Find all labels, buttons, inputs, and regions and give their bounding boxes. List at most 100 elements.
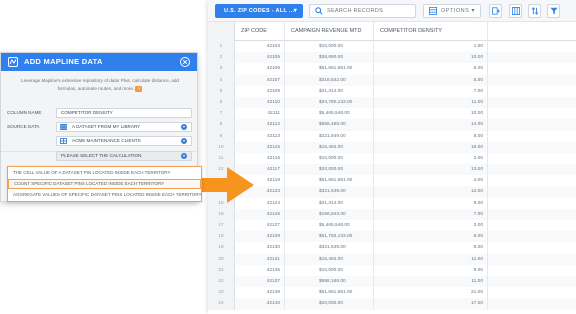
help-badge-icon[interactable]: ? <box>135 85 143 92</box>
menu-item-aggregate-values[interactable]: AGGREGATE VALUES OF SPECIFIC DATASET PIN… <box>8 190 202 200</box>
options-button[interactable]: OPTIONS ▾ <box>423 4 481 18</box>
cell-competitor-density[interactable]: 8.00 <box>374 130 488 142</box>
table-row[interactable]: 20 42131 $15,464.00 11.00 <box>208 253 576 265</box>
table-row[interactable]: 17 42127 $5,465,546.00 3.00 <box>208 220 576 232</box>
cell-competitor-density[interactable]: 6.00 <box>374 231 488 243</box>
cell-campaign-revenue[interactable]: $51,651,651.00 <box>285 63 374 75</box>
cell-campaign-revenue[interactable]: $51,651,651.00 <box>285 175 374 187</box>
table-row[interactable]: 3 42106 $51,651,651.00 6.00 <box>208 63 576 75</box>
cell-campaign-revenue[interactable]: $316,542.00 <box>285 74 374 86</box>
cell-competitor-density[interactable]: 11.00 <box>374 253 488 265</box>
cell-competitor-density[interactable]: 10.00 <box>374 108 488 120</box>
search-input[interactable] <box>327 6 413 16</box>
column-name-input[interactable]: COMPETITOR DENSITY <box>56 108 192 118</box>
cell-competitor-density[interactable]: 11.00 <box>374 96 488 109</box>
table-row[interactable]: 16 42126 $156,843.00 7.00 <box>208 208 576 220</box>
cell-campaign-revenue[interactable]: $5,465,546.00 <box>285 108 374 120</box>
cell-competitor-density[interactable]: 10.00 <box>374 52 488 64</box>
table-row[interactable]: 1342119$51,651,651.004.00 <box>208 175 576 187</box>
cell-campaign-revenue[interactable]: $5,465,546.00 <box>285 220 374 232</box>
cell-competitor-density[interactable]: 9.00 <box>374 197 488 209</box>
table-row[interactable]: 18 42129 $51,783,133.00 6.00 <box>208 231 576 243</box>
cell-campaign-revenue[interactable]: $15,464.00 <box>285 253 374 265</box>
cell-zip-code[interactable]: 42110 <box>235 96 285 109</box>
cell-campaign-revenue[interactable]: $51,651,651.00 <box>285 287 374 299</box>
cell-zip-code[interactable]: 42140 <box>235 298 285 310</box>
dataset-selector-button[interactable]: U.S. ZIP CODES - ALL ... ▾ <box>215 4 303 18</box>
table-row[interactable]: 9 42113 $321,649.00 8.00 <box>208 130 576 142</box>
cell-competitor-density[interactable]: 3.00 <box>374 220 488 232</box>
cell-competitor-density[interactable]: 8.00 <box>374 242 488 254</box>
calculation-select[interactable]: PLEASE SELECT THE CALCULATION <box>56 151 192 161</box>
cell-competitor-density[interactable]: 6.00 <box>374 63 488 75</box>
cell-zip-code[interactable]: 42112 <box>235 119 285 131</box>
menu-item-cell-value[interactable]: THE CELL VALUE OF A DATASET PIN LOCATED … <box>8 168 201 178</box>
split-columns-button[interactable] <box>509 4 522 18</box>
table-row[interactable]: 21 42135 $10,000.00 9.00 <box>208 264 576 276</box>
table-row[interactable]: 8 42112 $655,458.00 14.00 <box>208 119 576 131</box>
cell-campaign-revenue[interactable]: $36,690.00 <box>285 52 374 64</box>
cell-zip-code[interactable]: 42129 <box>235 231 285 243</box>
cell-competitor-density[interactable]: 9.00 <box>374 264 488 276</box>
cell-zip-code[interactable]: 42105 <box>235 52 285 64</box>
column-header-campaign-revenue[interactable]: CAMPAIGN REVENUE MTD <box>285 22 374 41</box>
source-data-select[interactable]: A DATASET FROM MY LIBRARY <box>56 122 192 132</box>
column-header-zip-code[interactable]: ZIP CODE <box>235 22 285 41</box>
cell-competitor-density[interactable]: 11.00 <box>374 275 488 288</box>
table-row[interactable]: 5 42109 $21,314.00 7.00 <box>208 85 576 97</box>
table-row[interactable]: 19 42130 $321,649.00 8.00 <box>208 242 576 254</box>
sort-button[interactable] <box>528 4 541 18</box>
cell-zip-code[interactable]: 42116 <box>235 152 285 165</box>
cell-zip-code[interactable]: 42131 <box>235 253 285 265</box>
table-row[interactable]: 10 42115 $15,464.00 16.00 <box>208 141 576 153</box>
cell-zip-code[interactable]: 42109 <box>235 85 285 97</box>
table-row[interactable]: 23 42139 $51,651,651.00 21.00 <box>208 287 576 299</box>
cell-campaign-revenue[interactable]: $51,783,133.00 <box>285 231 374 243</box>
cell-campaign-revenue[interactable]: $34,780,133.00 <box>285 96 374 109</box>
cell-competitor-density[interactable]: 1.00 <box>374 41 488 53</box>
cell-campaign-revenue[interactable]: $10,000.00 <box>285 41 374 53</box>
table-row[interactable]: 22 42137 $958,168.00 11.00 <box>208 275 576 288</box>
cell-competitor-density[interactable]: 14.00 <box>374 119 488 131</box>
table-row[interactable]: 1442123$321,649.0012.00 <box>208 186 576 198</box>
cell-zip-code[interactable]: 42103 <box>235 41 285 53</box>
close-icon[interactable] <box>180 57 190 67</box>
cell-zip-code[interactable]: 42130 <box>235 242 285 254</box>
filter-button[interactable] <box>547 4 560 18</box>
table-row[interactable]: 1 42103 $10,000.00 1.00 <box>208 41 576 53</box>
cell-competitor-density[interactable]: 2.00 <box>374 152 488 165</box>
cell-competitor-density[interactable]: 21.00 <box>374 287 488 299</box>
cell-zip-code[interactable]: 42115 <box>235 141 285 153</box>
cell-competitor-density[interactable]: 16.00 <box>374 141 488 153</box>
cell-zip-code[interactable]: 42113 <box>235 130 285 142</box>
cell-competitor-density[interactable]: 7.00 <box>374 85 488 97</box>
cell-zip-code[interactable]: 42107 <box>235 74 285 86</box>
table-row[interactable]: 15 42124 $21,314.00 9.00 <box>208 197 576 209</box>
cell-campaign-revenue[interactable]: $20,000.00 <box>285 298 374 310</box>
cell-campaign-revenue[interactable]: $21,314.00 <box>285 197 374 209</box>
cell-zip-code[interactable]: 42135 <box>235 264 285 276</box>
cell-competitor-density[interactable]: 17.00 <box>374 298 488 310</box>
table-row[interactable]: 6 42110 $34,780,133.00 11.00 <box>208 96 576 109</box>
cell-competitor-density[interactable]: 12.00 <box>374 186 488 198</box>
cell-zip-code[interactable]: 42137 <box>235 275 285 288</box>
table-row[interactable]: 2 42105 $36,690.00 10.00 <box>208 52 576 64</box>
cell-campaign-revenue[interactable]: $321,649.00 <box>285 242 374 254</box>
cell-campaign-revenue[interactable]: $958,168.00 <box>285 275 374 288</box>
cell-competitor-density[interactable]: 13.00 <box>374 164 488 176</box>
cell-campaign-revenue[interactable]: $21,314.00 <box>285 85 374 97</box>
cell-zip-code[interactable]: 42127 <box>235 220 285 232</box>
column-header-competitor-density[interactable]: COMPETITOR DENSITY <box>374 22 488 41</box>
cell-zip-code[interactable]: 42106 <box>235 63 285 75</box>
table-row[interactable]: 7 42111 $5,465,546.00 10.00 <box>208 108 576 120</box>
menu-item-count-pins[interactable]: COUNT SPECIFIC DATASET PINS LOCATED INSI… <box>8 179 201 189</box>
cell-zip-code[interactable]: 42139 <box>235 287 285 299</box>
cell-zip-code[interactable]: 42126 <box>235 208 285 220</box>
table-row[interactable]: 4 42107 $316,542.00 5.00 <box>208 74 576 86</box>
cell-campaign-revenue[interactable]: $655,458.00 <box>285 119 374 131</box>
cell-campaign-revenue[interactable]: $156,843.00 <box>285 208 374 220</box>
dataset-select[interactable]: ACME MAINTENANCE CLIENTS <box>56 136 192 146</box>
cell-campaign-revenue[interactable]: $321,649.00 <box>285 130 374 142</box>
cell-competitor-density[interactable]: 4.00 <box>374 175 488 187</box>
cell-campaign-revenue[interactable]: $10,000.00 <box>285 264 374 276</box>
